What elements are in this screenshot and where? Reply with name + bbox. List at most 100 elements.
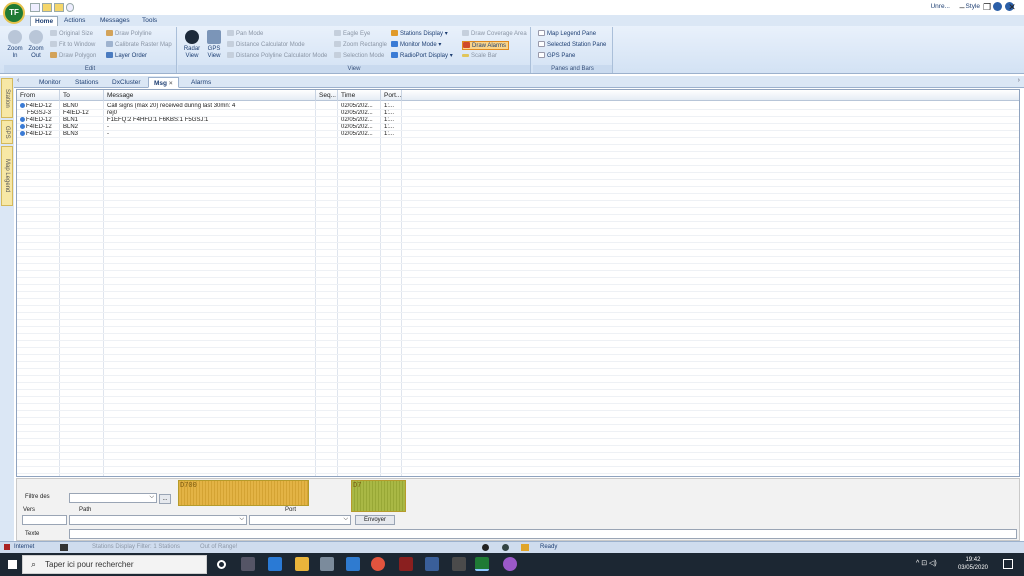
help-icon[interactable] [993, 2, 1002, 11]
send-button[interactable]: Envoyer [355, 515, 395, 525]
gps-view-button[interactable]: GPS View [205, 30, 223, 60]
zoom-rectangle-button[interactable]: Zoom Rectangle [334, 41, 387, 50]
draw-polygon-button[interactable]: Draw Polygon [50, 52, 96, 61]
more-button[interactable]: ... [159, 494, 171, 504]
filter-status: Stations Display Filter: 1 Stations [92, 544, 181, 550]
open-folder-icon[interactable] [42, 3, 52, 12]
selected-station-pane-toggle[interactable]: Selected Station Pane [538, 41, 606, 50]
eagle-eye-button[interactable]: Eagle Eye [334, 30, 370, 39]
zoom-in-icon [8, 30, 22, 44]
pan-icon [227, 30, 234, 37]
tab-monitor[interactable]: Monitor [34, 77, 66, 88]
column-header-to[interactable]: To [60, 90, 104, 101]
minimize-icon[interactable]: – [955, 2, 969, 13]
tabs-scroll-left-icon[interactable]: ‹ [17, 77, 19, 84]
column-header-port[interactable]: Port... [381, 90, 402, 101]
task-view-icon[interactable] [241, 557, 255, 571]
radioport-icon [391, 52, 398, 59]
map-legend-pane-toggle[interactable]: Map Legend Pane [538, 30, 596, 39]
original-size-button[interactable]: Original Size [50, 30, 93, 39]
chevron-down-icon: ⌵ [239, 516, 244, 522]
side-tab-gps[interactable]: GPS [1, 120, 13, 144]
notification-icon[interactable] [1003, 559, 1013, 569]
status-bar: Internet Stations Display Filter: 1 Stat… [0, 541, 1024, 553]
group-panes: Map Legend Pane Selected Station Pane GP… [533, 27, 613, 73]
radioport-display-dropdown[interactable]: RadioPort Display ▾ [391, 52, 453, 61]
selection-mode-button[interactable]: Selection Mode [334, 52, 384, 61]
column-header-seq[interactable]: Seq... [316, 90, 338, 101]
app-icon-3[interactable] [452, 557, 466, 571]
stations-display-dropdown[interactable]: Stations Display ▾ [391, 30, 448, 39]
layer-icon [106, 52, 113, 59]
title-bar: Unre... Style – ❐ ✕ [0, 0, 1024, 15]
chrome-icon[interactable] [371, 557, 385, 571]
tab-stations[interactable]: Stations [70, 77, 104, 88]
zoom-out-button[interactable]: Zoom Out [27, 30, 45, 60]
cortana-icon[interactable] [217, 560, 226, 569]
compose-panel: Filtre des ⌵ ... D700 D7 Vers Path Port … [16, 478, 1020, 541]
layer-order-button[interactable]: Layer Order [106, 52, 147, 61]
group-view: Radar View GPS View Pan Mode Distance Ca… [178, 27, 531, 73]
restore-icon[interactable]: ❐ [980, 2, 994, 13]
group-edit: Zoom In Zoom Out Original Size Fit to Wi… [4, 27, 177, 73]
side-tab-map-legend[interactable]: Map Legend [1, 146, 13, 206]
fit-to-window-button[interactable]: Fit to Window [50, 41, 95, 50]
taskbar-clock[interactable]: 19:42 03/05/2020 [958, 556, 988, 572]
calibrate-raster-button[interactable]: Calibrate Raster Map [106, 41, 172, 50]
draw-polyline-button[interactable]: Draw Polyline [106, 30, 152, 39]
warning-icon [521, 544, 529, 551]
eagle-eye-icon [334, 30, 341, 37]
side-panel-tabs: Station GPS Map Legend [0, 76, 14, 541]
group-view-label: View [178, 65, 530, 73]
dropdown-icon[interactable] [66, 3, 74, 12]
distance-calculator-button[interactable]: Distance Calculator Mode [227, 41, 305, 50]
tab-dxcluster[interactable]: DxCluster [107, 77, 146, 88]
texte-input[interactable] [69, 529, 1017, 539]
side-tab-station[interactable]: Station [1, 78, 13, 118]
tab-messages[interactable]: Messages [96, 16, 134, 26]
column-header-time[interactable]: Time [338, 90, 381, 101]
column-header-message[interactable]: Message [104, 90, 316, 101]
tray-icons[interactable]: ^ ⊡ ◁) [916, 559, 937, 567]
app-icon-4[interactable] [503, 557, 517, 571]
mail-icon[interactable] [346, 557, 360, 571]
column-header-from[interactable]: From [17, 90, 60, 101]
scale-bar-button[interactable]: Scale Bar [462, 52, 497, 61]
tab-actions[interactable]: Actions [60, 16, 89, 26]
windows-start-icon[interactable] [8, 560, 17, 569]
zoom-in-button[interactable]: Zoom In [6, 30, 24, 60]
distance-polyline-button[interactable]: Distance Polyline Calculator Mode [227, 52, 327, 61]
app-logo[interactable]: TF [3, 2, 25, 24]
vers-input[interactable] [22, 515, 67, 525]
group-panes-label: Panes and Bars [533, 65, 612, 73]
explorer-icon[interactable] [295, 557, 309, 571]
path-dropdown[interactable]: ⌵ [69, 515, 247, 525]
user-label[interactable]: Unre... [930, 3, 950, 10]
pan-mode-button[interactable]: Pan Mode [227, 30, 263, 39]
radar-view-button[interactable]: Radar View [182, 30, 202, 60]
gps-pane-toggle[interactable]: GPS Pane [538, 52, 575, 61]
tabs-scroll-right-icon[interactable]: › [1018, 77, 1020, 84]
tab-home[interactable]: Home [30, 16, 59, 26]
close-icon[interactable]: ✕ [1005, 2, 1019, 13]
active-app-icon[interactable] [475, 557, 489, 571]
monitor-mode-dropdown[interactable]: Monitor Mode ▾ [391, 41, 441, 50]
satellite-icon [207, 30, 221, 44]
store-icon[interactable] [320, 557, 334, 571]
taskbar-search[interactable]: ⌕ Taper ici pour rechercher [22, 555, 207, 574]
range-status: Out of Range! [200, 544, 238, 550]
filtre-dropdown[interactable]: ⌵ [69, 493, 157, 503]
app-icon-1[interactable] [399, 557, 413, 571]
new-file-icon[interactable] [30, 3, 40, 12]
tab-alarms[interactable]: Alarms [186, 77, 216, 88]
port-dropdown[interactable]: ⌵ [249, 515, 351, 525]
edge-icon[interactable] [268, 557, 282, 571]
tab-close-icon[interactable]: × [169, 80, 173, 87]
quick-access-icon[interactable] [54, 3, 64, 12]
draw-alarms-button[interactable]: Draw Alarms [462, 41, 510, 50]
tab-msg[interactable]: Msg × [148, 77, 179, 88]
draw-coverage-button[interactable]: Draw Coverage Area [462, 30, 527, 39]
vers-label: Vers [23, 507, 36, 513]
app-icon-2[interactable] [425, 557, 439, 571]
tab-tools[interactable]: Tools [138, 16, 161, 26]
